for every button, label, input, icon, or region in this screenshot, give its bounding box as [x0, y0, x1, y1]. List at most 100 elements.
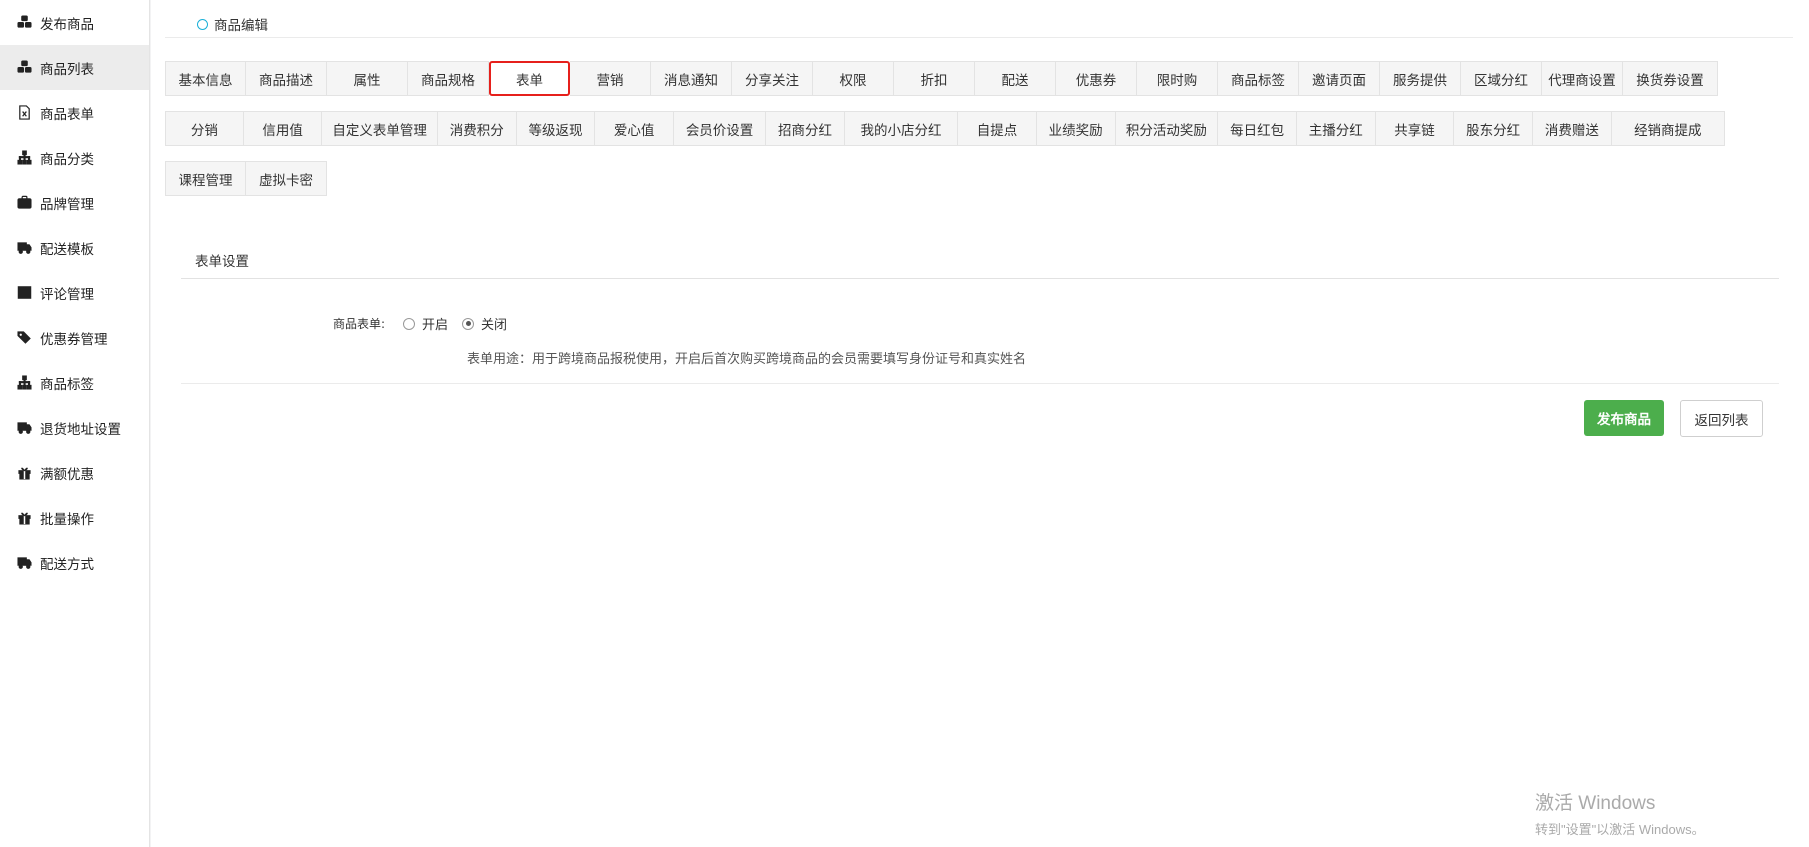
sidebar-item[interactable]: 品牌管理	[0, 180, 149, 225]
tab[interactable]: 爱心值	[595, 111, 674, 146]
tab[interactable]: 商品规格	[408, 61, 489, 96]
tab[interactable]: 权限	[813, 61, 894, 96]
sidebar-item[interactable]: 评论管理	[0, 270, 149, 315]
sidebar-item[interactable]: 商品标签	[0, 360, 149, 405]
radio-off[interactable]: 关闭	[462, 314, 507, 333]
tab[interactable]: 等级返现	[516, 111, 596, 146]
tab[interactable]: 商品标签	[1218, 61, 1299, 96]
tab[interactable]: 会员价设置	[673, 111, 767, 146]
truck-icon	[16, 240, 32, 256]
tab[interactable]: 配送	[975, 61, 1056, 96]
page-title: 商品编辑	[214, 18, 268, 34]
tab[interactable]: 代理商设置	[1542, 61, 1623, 96]
sidebar-item-label: 商品标签	[40, 376, 94, 393]
tab-row-1: 基本信息 商品描述 属性 商品规格 表单 营销 消息通知 分享关注 权限 折扣 配送 优惠券 限时购 商品…	[165, 61, 1725, 96]
sidebar-item-label: 配送模板	[40, 241, 94, 258]
tab-bar: 基本信息 商品描述 属性 商品规格 表单 营销 消息通知 分享关注 权限 折扣 配送 优惠券 限时购 商品…	[165, 61, 1725, 211]
publish-button[interactable]: 发布商品	[1584, 400, 1664, 436]
tab[interactable]: 分享关注	[732, 61, 813, 96]
watermark-line2: 转到"设置"以激活 Windows。	[1535, 822, 1705, 837]
radio-off-label: 关闭	[481, 318, 508, 333]
gift-icon	[16, 465, 32, 481]
columns-icon	[16, 285, 32, 301]
tab[interactable]: 区域分红	[1461, 61, 1542, 96]
sidebar-item[interactable]: 配送模板	[0, 225, 149, 270]
tab[interactable]: 优惠券	[1056, 61, 1137, 96]
tab[interactable]: 表单	[489, 61, 570, 96]
tab[interactable]: 商品描述	[246, 61, 327, 96]
tab[interactable]: 分销	[165, 111, 244, 146]
watermark-line1: 激活 Windows	[1535, 793, 1656, 814]
cubes-icon	[16, 15, 32, 31]
gift-icon	[16, 510, 32, 526]
tab-row-3: 课程管理 虚拟卡密	[165, 161, 1725, 196]
tab[interactable]: 股东分红	[1454, 111, 1533, 146]
windows-watermark: 激活 Windows 转到"设置"以激活 Windows。	[1535, 788, 1705, 838]
help-text: 表单用途：用于跨境商品报税使用，开启后首次购买跨境商品的会员需要填写身份证号和真…	[467, 352, 1027, 367]
sidebar-item-label: 批量操作	[40, 511, 94, 528]
tab[interactable]: 积分活动奖励	[1115, 111, 1219, 146]
cubes-icon	[16, 60, 32, 76]
section-title: 表单设置	[195, 254, 249, 270]
back-to-list-button[interactable]: 返回列表	[1680, 400, 1763, 437]
tab[interactable]: 自定义表单管理	[322, 111, 438, 146]
tab[interactable]: 消息通知	[651, 61, 732, 96]
tab[interactable]: 招商分红	[766, 111, 845, 146]
tab[interactable]: 营销	[570, 61, 651, 96]
radio-on-label: 开启	[422, 318, 449, 333]
sitemap-icon	[16, 375, 32, 391]
radio-circle[interactable]	[403, 317, 415, 330]
tab[interactable]: 基本信息	[165, 61, 246, 96]
tab[interactable]: 业绩奖励	[1036, 111, 1116, 146]
tab[interactable]: 服务提供	[1380, 61, 1461, 96]
sidebar-item[interactable]: 配送方式	[0, 540, 149, 585]
tab[interactable]: 信用值	[243, 111, 323, 146]
sidebar-item[interactable]: 满额优惠	[0, 450, 149, 495]
sidebar-item[interactable]: 退货地址设置	[0, 405, 149, 450]
tab-row-2: 分销 信用值 自定义表单管理 消费积分 等级返现 爱心值 会员价设置 招商分红 我的小店分红 自提…	[165, 111, 1725, 146]
radio-group: 开启 关闭	[403, 314, 521, 333]
tab[interactable]: 主播分红	[1296, 111, 1376, 146]
excel-file-icon	[16, 105, 32, 121]
sidebar-item-label: 商品表单	[40, 106, 94, 123]
sidebar-item[interactable]: 发布商品	[0, 0, 149, 45]
tab[interactable]: 自提点	[958, 111, 1037, 146]
tags-icon	[16, 330, 32, 346]
sidebar-item-label: 满额优惠	[40, 466, 94, 483]
sidebar-item[interactable]: 商品表单	[0, 90, 149, 135]
tab[interactable]: 限时购	[1137, 61, 1218, 96]
sitemap-icon	[16, 150, 32, 166]
radio-on[interactable]: 开启	[403, 314, 448, 333]
briefcase-icon	[16, 195, 32, 211]
sidebar-item[interactable]: 优惠券管理	[0, 315, 149, 360]
sidebar-item-label: 优惠券管理	[40, 331, 108, 348]
tab[interactable]: 共享链	[1375, 111, 1455, 146]
tab[interactable]: 消费积分	[437, 111, 517, 146]
sidebar: 发布商品商品列表商品表单商品分类品牌管理配送模板评论管理优惠券管理商品标签退货地…	[0, 0, 150, 847]
divider	[181, 383, 1779, 384]
radio-circle[interactable]	[462, 317, 475, 330]
page-header: 商品编辑	[197, 14, 268, 34]
tab[interactable]: 课程管理	[165, 161, 246, 196]
sidebar-item-label: 评论管理	[40, 286, 94, 303]
sidebar-item-label: 发布商品	[40, 16, 94, 33]
tab[interactable]: 折扣	[894, 61, 975, 96]
divider	[181, 278, 1779, 279]
tab[interactable]: 经销商提成	[1611, 111, 1725, 146]
tab[interactable]: 邀请页面	[1299, 61, 1380, 96]
sidebar-item[interactable]: 批量操作	[0, 495, 149, 540]
sidebar-item[interactable]: 商品列表	[0, 45, 149, 90]
tab[interactable]: 我的小店分红	[844, 111, 959, 146]
sidebar-item-label: 退货地址设置	[40, 421, 121, 438]
tab[interactable]: 消费赠送	[1532, 111, 1612, 146]
main-content: 商品编辑 基本信息 商品描述 属性 商品规格 表单 营销 消息通知 分享关注 权限 折扣 配送 优惠券…	[151, 0, 1809, 847]
truck-icon	[16, 420, 32, 436]
sidebar-item-label: 品牌管理	[40, 196, 94, 213]
sidebar-item-label: 商品分类	[40, 151, 94, 168]
tab[interactable]: 每日红包	[1218, 111, 1297, 146]
tab[interactable]: 虚拟卡密	[246, 161, 327, 196]
tab[interactable]: 属性	[327, 61, 408, 96]
truck-icon	[16, 555, 32, 571]
sidebar-item[interactable]: 商品分类	[0, 135, 149, 180]
tab[interactable]: 换货券设置	[1623, 61, 1718, 96]
